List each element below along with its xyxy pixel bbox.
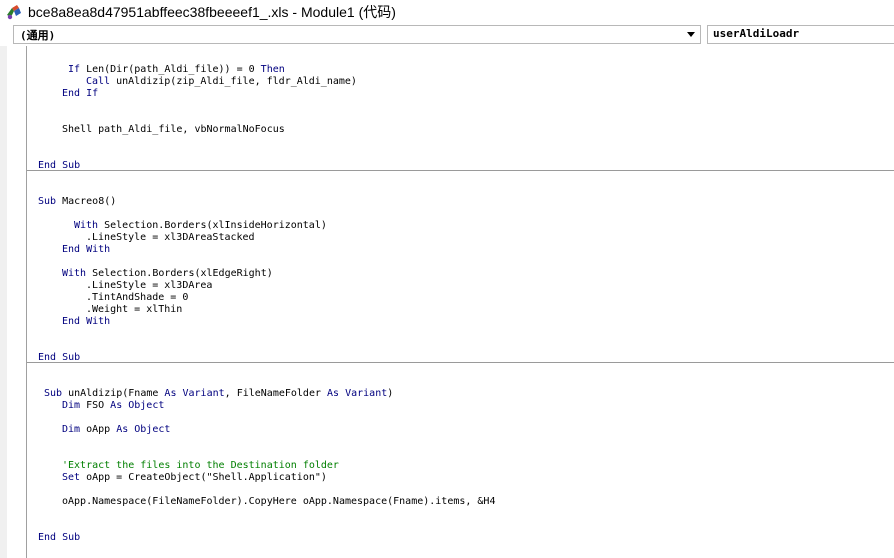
code-line: .LineStyle = xl3DArea (86, 280, 213, 291)
procedure-dropdown[interactable]: userAldiLoadr (707, 25, 894, 44)
code-line: Set oApp = CreateObject("Shell.Applicati… (62, 472, 327, 483)
code-line: oApp.Namespace(FileNameFolder).CopyHere … (62, 496, 496, 507)
code-line: Dim FSO As Object (62, 400, 165, 411)
code-line: End With (62, 316, 111, 327)
code-line: .Weight = xlThin (86, 304, 183, 315)
code-line: .TintAndShade = 0 (86, 292, 189, 303)
code-line: Shell path_Aldi_file, vbNormalNoFocus (62, 124, 285, 135)
procedure-dropdown-value: userAldiLoadr (713, 27, 800, 40)
code-line: End With (62, 244, 111, 255)
code-line: .LineStyle = xl3DAreaStacked (86, 232, 255, 243)
code-line: Dim oApp As Object (62, 424, 171, 435)
code-line: Call unAldizip(zip_Aldi_file, fldr_Aldi_… (86, 76, 357, 87)
code-editor[interactable]: If Len(Dir(path_Aldi_file)) = 0 Then Cal… (0, 46, 894, 558)
code-line: With Selection.Borders(xlInsideHorizonta… (74, 220, 327, 231)
window-title: bce8a8ea8d47951abffeec38fbeeeef1_.xls - … (28, 4, 396, 20)
vba-module-icon (7, 5, 21, 20)
object-dropdown[interactable]: (通用) (13, 25, 701, 44)
procedure-separator (27, 362, 894, 363)
code-line: Sub unAldizip(Fname As Variant, FileName… (44, 388, 394, 399)
code-line: With Selection.Borders(xlEdgeRight) (62, 268, 273, 279)
code-area[interactable]: If Len(Dir(path_Aldi_file)) = 0 Then Cal… (0, 46, 894, 558)
procedure-separator (27, 170, 894, 171)
code-line: End Sub (38, 532, 81, 543)
combo-row: (通用) userAldiLoadr (0, 24, 894, 46)
object-dropdown-value: (通用) (20, 29, 56, 42)
chevron-down-icon[interactable] (687, 32, 695, 37)
code-line: If Len(Dir(path_Aldi_file)) = 0 Then (68, 64, 285, 75)
code-comment: 'Extract the files into the Destination … (62, 460, 339, 471)
code-line: End If (62, 88, 99, 99)
title-bar: bce8a8ea8d47951abffeec38fbeeeef1_.xls - … (0, 0, 894, 24)
code-line: Sub Macreo8() (38, 196, 117, 207)
